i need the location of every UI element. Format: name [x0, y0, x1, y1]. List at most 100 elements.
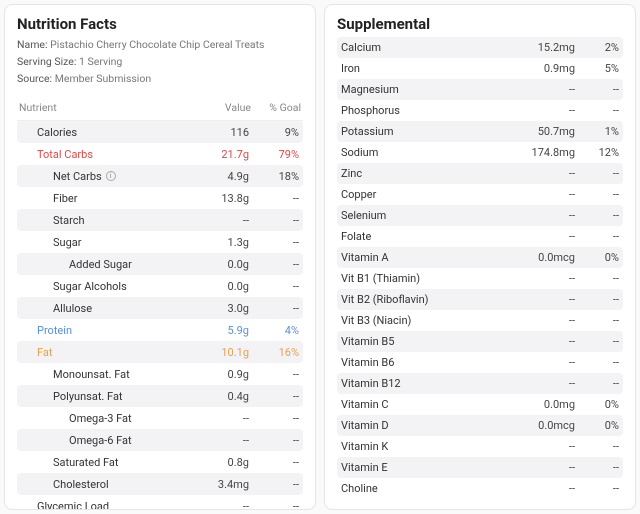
table-row: Vit B1 (Thiamin)---- — [337, 268, 623, 289]
table-row: Folate---- — [337, 226, 623, 247]
table-row: Iron0.9mg5% — [337, 58, 623, 79]
nutrient-value: -- — [505, 83, 575, 96]
nutrient-goal: -- — [575, 104, 619, 117]
nutrient-value: -- — [505, 314, 575, 327]
nutrient-goal: -- — [575, 377, 619, 390]
table-row: Copper---- — [337, 184, 623, 205]
nutrient-goal: -- — [249, 192, 299, 205]
nutrient-name: Added Sugar — [21, 258, 187, 271]
nutrient-goal: -- — [249, 302, 299, 315]
nutrient-name: Polyunsat. Fat — [21, 390, 187, 403]
nutrient-value: -- — [505, 230, 575, 243]
nutrient-value: 0.0mcg — [505, 251, 575, 264]
nutrient-value: 0.0mg — [505, 398, 575, 411]
nutrient-name: Total Carbs — [21, 148, 187, 161]
table-row: Sugar Alcohols0.0g-- — [17, 275, 303, 297]
nutrient-name: Fat — [21, 346, 187, 359]
nutrient-name: Sugar Alcohols — [21, 280, 187, 293]
table-row: Choline---- — [337, 478, 623, 499]
table-row: Cholesterol3.4mg-- — [17, 473, 303, 495]
nutrient-value: 4.9g — [187, 170, 249, 183]
table-row: Vitamin B6---- — [337, 352, 623, 373]
nutrient-name: Vitamin E — [341, 461, 505, 474]
nutrient-value: 0.0g — [187, 258, 249, 271]
nutrient-value: 116 — [187, 126, 249, 139]
nutrient-name: Choline — [341, 482, 505, 495]
nutrient-goal: -- — [575, 461, 619, 474]
table-row: Potassium50.7mg1% — [337, 121, 623, 142]
nutrient-goal: 0% — [575, 398, 619, 411]
table-row: Sodium174.8mg12% — [337, 142, 623, 163]
nutrient-value: 0.9g — [187, 368, 249, 381]
nutrient-value: -- — [505, 167, 575, 180]
nutrient-value: -- — [505, 482, 575, 495]
nutrient-goal: 16% — [249, 346, 299, 359]
nutrient-goal: -- — [575, 230, 619, 243]
nutrient-goal: -- — [249, 258, 299, 271]
nutrient-goal: -- — [575, 482, 619, 495]
nutrient-goal: 0% — [575, 419, 619, 432]
table-row: Vitamin E---- — [337, 457, 623, 478]
nutrient-goal: -- — [249, 434, 299, 447]
nutrient-name: Calories — [21, 126, 187, 139]
nutrient-name: Vit B2 (Riboflavin) — [341, 293, 505, 306]
nutrient-goal: -- — [249, 280, 299, 293]
supplemental-rows: Calcium15.2mg2%Iron0.9mg5%Magnesium----P… — [337, 37, 623, 499]
table-row: Omega-3 Fat---- — [17, 407, 303, 429]
table-row: Vitamin K---- — [337, 436, 623, 457]
table-row: Magnesium---- — [337, 79, 623, 100]
nutrient-name: Sugar — [21, 236, 187, 249]
nutrient-goal: -- — [575, 314, 619, 327]
nutrient-name: Net Carbsi — [21, 170, 187, 183]
nutrient-name: Zinc — [341, 167, 505, 180]
nutrient-value: 13.8g — [187, 192, 249, 205]
nutrient-name: Vitamin B6 — [341, 356, 505, 369]
table-row: Monounsat. Fat0.9g-- — [17, 363, 303, 385]
nutrient-name: Omega-6 Fat — [21, 434, 187, 447]
nutrition-facts-panel: Nutrition Facts Name: Pistachio Cherry C… — [4, 4, 316, 510]
nutrient-value: -- — [187, 434, 249, 447]
nutrient-goal: 79% — [249, 148, 299, 161]
nutrient-name: Copper — [341, 188, 505, 201]
nutrient-name: Vitamin B5 — [341, 335, 505, 348]
table-row: Selenium---- — [337, 205, 623, 226]
nutrient-name: Vitamin B12 — [341, 377, 505, 390]
nutrient-value: -- — [505, 377, 575, 390]
nutrient-name: Glycemic Load — [21, 500, 187, 510]
nutrient-name: Vit B3 (Niacin) — [341, 314, 505, 327]
nutrient-value: -- — [187, 214, 249, 227]
panel-title: Supplemental — [337, 15, 623, 33]
nutrient-rows: Calories1169% Total Carbs21.7g79% Net Carb… — [17, 121, 303, 510]
column-headers: Nutrient Value % Goal — [17, 93, 303, 121]
nutrient-value: -- — [505, 440, 575, 453]
table-row: Polyunsat. Fat0.4g-- — [17, 385, 303, 407]
nutrient-goal: 9% — [249, 126, 299, 139]
nutrient-value: 3.4mg — [187, 478, 249, 491]
table-row: Sugar1.3g-- — [17, 231, 303, 253]
nutrient-value: 0.4g — [187, 390, 249, 403]
table-row: Vit B2 (Riboflavin)---- — [337, 289, 623, 310]
nutrient-name: Starch — [21, 214, 187, 227]
nutrient-value: 21.7g — [187, 148, 249, 161]
nutrient-name: Selenium — [341, 209, 505, 222]
nutrient-value: 3.0g — [187, 302, 249, 315]
nutrient-goal: -- — [249, 412, 299, 425]
table-row: Glycemic Load---- — [17, 495, 303, 510]
header-value: Value — [189, 101, 251, 114]
nutrient-name: Vitamin K — [341, 440, 505, 453]
table-row: Phosphorus---- — [337, 100, 623, 121]
info-icon[interactable]: i — [106, 171, 116, 181]
nutrient-name: Allulose — [21, 302, 187, 315]
nutrient-name: Fiber — [21, 192, 187, 205]
nutrient-value: 0.0g — [187, 280, 249, 293]
nutrient-value: -- — [505, 188, 575, 201]
nutrient-goal: -- — [575, 293, 619, 306]
nutrient-goal: -- — [575, 335, 619, 348]
meta-source: Source: Member Submission — [17, 71, 303, 88]
nutrient-name: Vitamin D — [341, 419, 505, 432]
nutrient-value: -- — [187, 412, 249, 425]
nutrient-goal: -- — [575, 209, 619, 222]
nutrient-goal: -- — [249, 214, 299, 227]
nutrient-name: Sodium — [341, 146, 505, 159]
table-row: Allulose3.0g-- — [17, 297, 303, 319]
